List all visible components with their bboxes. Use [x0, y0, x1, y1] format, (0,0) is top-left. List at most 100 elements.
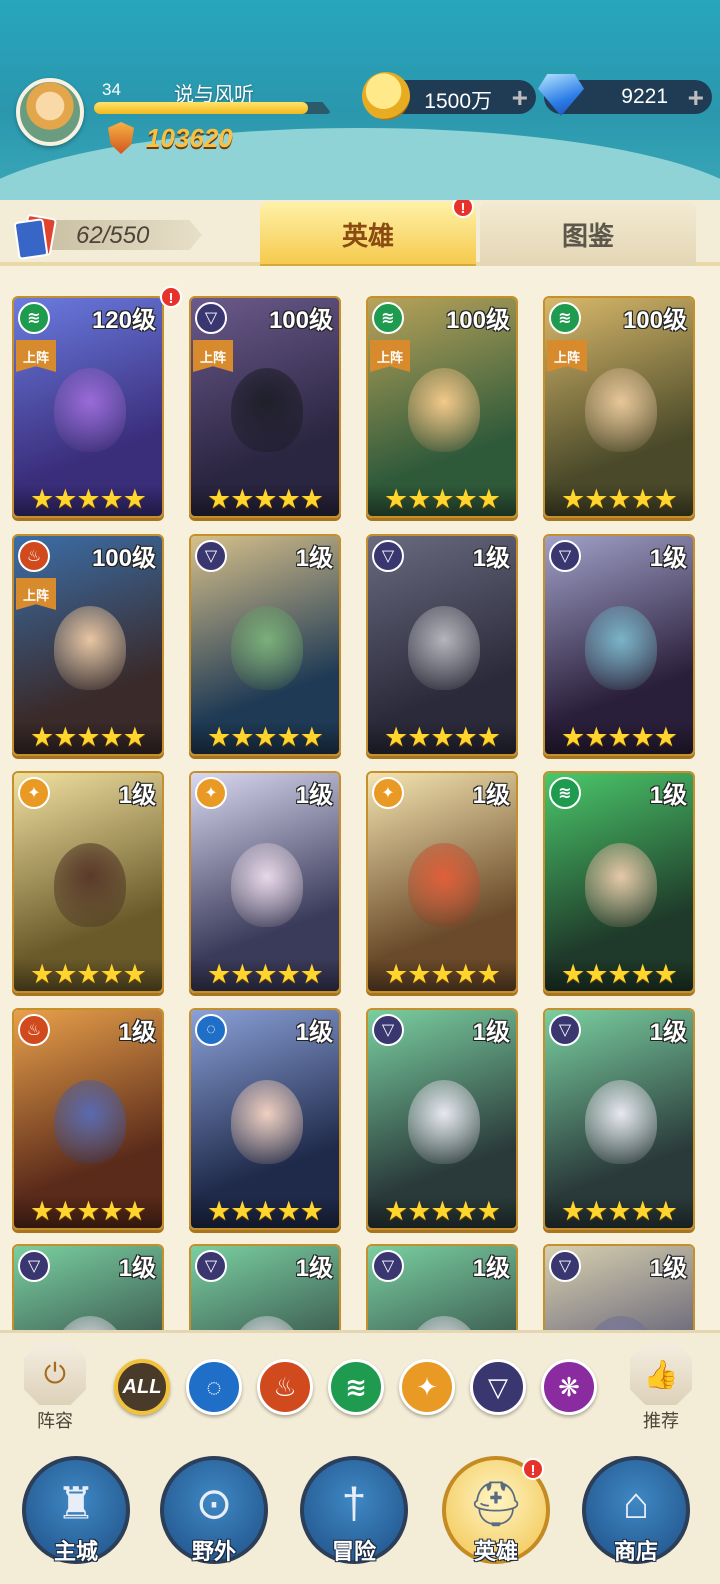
star-rating: ★★★★★ — [191, 1196, 339, 1228]
hero-grid: ≋ 120级 上阵 ★★★★★! ▽ 100级 上阵 ★★★★★ ≋ 100级 上阵 ★★★★★ ≋ 10… — [0, 266, 720, 1330]
shadow-element-icon: ▽ — [372, 540, 404, 572]
hero-card[interactable]: ▽ 100级 上阵 ★★★★★ — [189, 296, 341, 518]
bottom-navigation: ♜ 主城 ⊙ 野外 † 冒险 ⛑ 英雄! ⌂ 商店 — [0, 1442, 720, 1584]
hero-card[interactable]: ◌ 1级 ★★★★★ — [189, 1008, 341, 1230]
star-rating: ★★★★★ — [368, 722, 516, 754]
hero-card[interactable]: ▽ 1级 ★★★★★ — [543, 534, 695, 756]
hero-level: 1级 — [649, 782, 687, 809]
light-element-icon: ✦ — [195, 777, 227, 809]
filter-wind-button[interactable]: ≋ — [328, 1359, 384, 1415]
hero-level: 1级 — [295, 782, 333, 809]
star-rating: ★★★★★ — [14, 722, 162, 754]
fire-element-icon: ♨ — [18, 540, 50, 572]
hero-card[interactable]: ▽ 1级 ★★★★★ — [366, 534, 518, 756]
star-rating: ★★★★★ — [545, 722, 693, 754]
hero-level: 120级 — [91, 307, 156, 334]
nav-label: 英雄 — [473, 1539, 518, 1564]
add-gold-button[interactable]: + — [512, 82, 528, 114]
tab-heroes[interactable]: 英雄 — [260, 202, 476, 266]
hero-card[interactable]: ♨ 100级 上阵 ★★★★★ — [12, 534, 164, 756]
hero-collection-count: 62/550 — [12, 214, 202, 254]
recommend-label: 推荐 — [643, 1411, 679, 1431]
star-rating: ★★★★★ — [545, 484, 693, 516]
filter-light-button[interactable]: ✦ — [399, 1359, 455, 1415]
hero-card[interactable]: ▽1级★★★★★ — [366, 1244, 518, 1330]
wind-element-icon: ≋ — [345, 1371, 367, 1402]
hero-level: 100级 — [445, 307, 510, 334]
hero-level: 1级 — [295, 1255, 333, 1282]
hero-face — [231, 843, 303, 927]
shadow-element-icon: ▽ — [195, 1250, 227, 1282]
hero-face — [231, 368, 303, 452]
filter-all-button[interactable]: ALL — [114, 1359, 170, 1415]
hero-level: 1级 — [649, 1255, 687, 1282]
shadow-element-icon: ▽ — [549, 1014, 581, 1046]
hero-card[interactable]: ▽1级★★★★★ — [366, 1008, 518, 1230]
add-gems-button[interactable]: + — [688, 82, 704, 114]
hero-card[interactable]: ▽1级★★★★★ — [189, 1244, 341, 1330]
shadow-element-icon: ▽ — [195, 540, 227, 572]
hero-card[interactable]: ✦ 1级 ★★★★★ — [366, 771, 518, 993]
hero-level: 1级 — [649, 545, 687, 572]
hero-card[interactable]: ▽1级★★★★★ — [12, 1244, 164, 1330]
shield-icon — [108, 122, 134, 154]
star-rating: ★★★★★ — [545, 959, 693, 991]
tab-codex-label: 图鉴 — [561, 220, 614, 251]
hero-face — [408, 1080, 480, 1164]
star-rating: ★★★★★ — [191, 959, 339, 991]
filter-fire-button[interactable]: ♨ — [257, 1359, 313, 1415]
hero-face — [54, 843, 126, 927]
hero-face — [54, 606, 126, 690]
filter-chaos-button[interactable]: ❋ — [541, 1359, 597, 1415]
gold-value: 1500万 — [424, 90, 492, 113]
hero-face — [231, 1080, 303, 1164]
portal-icon: ⊙ — [195, 1479, 233, 1529]
star-rating: ★★★★★ — [368, 484, 516, 516]
hero-level: 100级 — [622, 307, 687, 334]
shadow-element-icon: ▽ — [18, 1250, 50, 1282]
hero-card[interactable]: ≋ 120级 上阵 ★★★★★ — [12, 296, 164, 518]
hero-level: 1级 — [295, 1019, 333, 1046]
coin-icon — [362, 72, 410, 120]
light-element-icon: ✦ — [416, 1371, 438, 1402]
fire-element-icon: ♨ — [273, 1371, 297, 1402]
hero-card[interactable]: ✦ 1级 ★★★★★ — [12, 771, 164, 993]
hero-card[interactable]: ≋ 100级 上阵 ★★★★★ — [543, 296, 695, 518]
shadow-element-icon: ▽ — [549, 540, 581, 572]
player-avatar[interactable] — [16, 78, 84, 146]
hero-card[interactable]: ▽ 1级 ★★★★★ — [543, 1008, 695, 1230]
nav-label: 冒险 — [331, 1539, 376, 1564]
fire-element-icon: ♨ — [18, 1014, 50, 1046]
filter-water-button[interactable]: ◌ — [186, 1359, 242, 1415]
lineup-button[interactable]: ⏻ 阵容 — [20, 1343, 90, 1433]
star-rating: ★★★★★ — [14, 1196, 162, 1228]
nav-castle[interactable]: ♜ 主城 — [22, 1456, 130, 1564]
nav-sword[interactable]: † 冒险 — [300, 1456, 408, 1564]
nav-shop[interactable]: ⌂ 商店 — [582, 1456, 690, 1564]
filter-shadow-button[interactable]: ▽ — [470, 1359, 526, 1415]
element-filter-bar: ⏻ 阵容 ALL ◌ ♨ ≋ ✦ ▽ ❋ 👍 推荐 — [0, 1330, 720, 1442]
hero-alert-badge: ! — [160, 286, 182, 308]
star-rating: ★★★★★ — [191, 484, 339, 516]
hero-card[interactable]: ▽1级★★★★★ — [189, 534, 341, 756]
star-rating: ★★★★★ — [545, 1196, 693, 1228]
hero-face — [585, 843, 657, 927]
hero-level: 1级 — [472, 1255, 510, 1282]
helmet-icon: ⛑ — [468, 1480, 524, 1529]
nav-portal[interactable]: ⊙ 野外 — [160, 1456, 268, 1564]
hero-card[interactable]: ✦ 1级 ★★★★★ — [189, 771, 341, 993]
star-rating: ★★★★★ — [191, 722, 339, 754]
hero-card[interactable]: ▽1级★★★★★ — [543, 1244, 695, 1330]
recommend-button[interactable]: 👍 推荐 — [626, 1343, 696, 1433]
hero-card[interactable]: ♨ 1级 ★★★★★ — [12, 1008, 164, 1230]
hero-level: 1级 — [649, 1019, 687, 1046]
wind-element-icon: ≋ — [372, 302, 404, 334]
hero-card[interactable]: ≋ 1级 ★★★★★ — [543, 771, 695, 993]
hero-card[interactable]: ≋ 100级 上阵 ★★★★★ — [366, 296, 518, 518]
combat-power-value: 103620 — [146, 122, 233, 153]
tab-codex[interactable]: 图鉴 — [480, 202, 696, 266]
hero-face — [54, 368, 126, 452]
hero-level: 1级 — [472, 782, 510, 809]
hero-level: 1级 — [472, 545, 510, 572]
castle-icon: ♜ — [56, 1479, 96, 1529]
